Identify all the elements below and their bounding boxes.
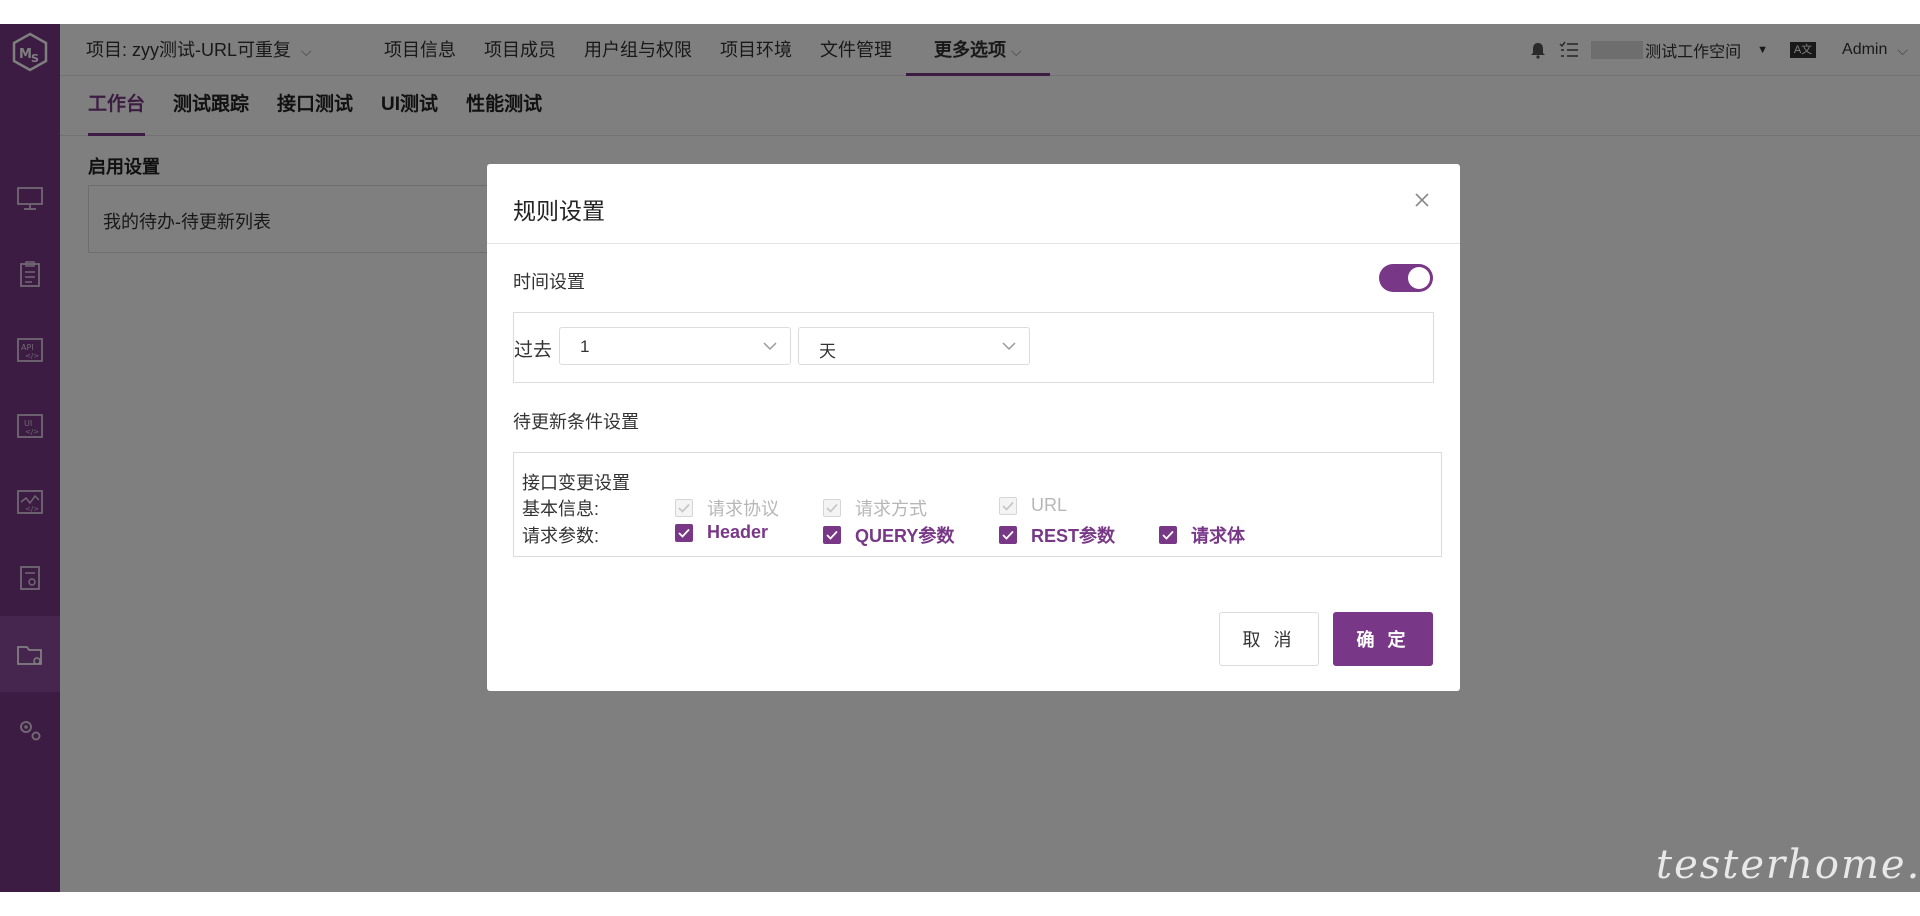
checkbox-label: 请求协议: [707, 499, 779, 519]
checkbox-request-body[interactable]: 请求体: [1159, 522, 1245, 548]
checkbox-query-params[interactable]: QUERY参数: [823, 522, 954, 548]
watermark: testerhome.com: [1656, 842, 1920, 888]
basic-info-label: 基本信息:: [522, 499, 600, 519]
check-icon: [826, 530, 838, 540]
confirm-button[interactable]: 确 定: [1333, 612, 1433, 666]
checkbox-label: 请求方式: [855, 499, 927, 519]
dialog-title: 规则设置: [513, 198, 605, 224]
request-params-label: 请求参数:: [522, 526, 600, 546]
checkbox-box: [675, 523, 693, 542]
checkbox-box: [999, 526, 1017, 544]
condition-box: 接口变更设置 基本信息: 请求协议 请求方式 URL 请求参数: Header: [513, 452, 1442, 557]
check-icon: [678, 503, 690, 513]
checkbox-label: Header: [707, 522, 769, 542]
checkbox-box: [999, 496, 1017, 515]
checkbox-box: [823, 526, 841, 544]
checkbox-header[interactable]: Header: [675, 522, 768, 543]
close-button[interactable]: [1410, 188, 1434, 212]
chevron-down-icon: [1002, 342, 1016, 351]
chevron-down-icon: [763, 342, 777, 351]
app-window: M S API</> UI</> </> 项目: z: [0, 24, 1920, 892]
check-icon: [1002, 530, 1014, 540]
checkbox-box: [823, 499, 841, 517]
checkbox-label: REST参数: [1031, 526, 1116, 546]
amount-value: 1: [580, 337, 590, 356]
checkbox-rest-params[interactable]: REST参数: [999, 522, 1115, 548]
checkbox-url[interactable]: URL: [999, 495, 1067, 516]
checkbox-label: 请求体: [1191, 526, 1245, 546]
cancel-button[interactable]: 取 消: [1219, 612, 1319, 666]
condition-title: 接口变更设置: [522, 473, 630, 493]
check-icon: [1162, 530, 1174, 540]
check-icon: [1002, 501, 1014, 511]
time-range-box: 过去 1 天: [513, 312, 1434, 383]
dialog-header: 规则设置: [487, 164, 1460, 244]
checkbox-request-method[interactable]: 请求方式: [823, 495, 927, 521]
checkbox-request-protocol[interactable]: 请求协议: [675, 495, 779, 521]
switch-knob: [1408, 267, 1430, 289]
unit-value: 天: [819, 342, 836, 361]
checkbox-box: [675, 499, 693, 517]
past-label: 过去: [514, 340, 553, 361]
close-icon: [1415, 193, 1429, 207]
unit-select[interactable]: 天: [798, 327, 1030, 365]
amount-select[interactable]: 1: [559, 327, 791, 365]
time-settings-label: 时间设置: [513, 272, 585, 292]
checkbox-label: QUERY参数: [855, 526, 955, 546]
checkbox-box: [1159, 526, 1177, 544]
rule-settings-dialog: 规则设置 时间设置 过去 1 天 待更新条件设置 接口变更设置 基本信息: 请求…: [487, 164, 1460, 691]
check-icon: [678, 528, 690, 538]
check-icon: [826, 503, 838, 513]
condition-settings-label: 待更新条件设置: [513, 412, 639, 432]
time-settings-switch[interactable]: [1379, 264, 1433, 292]
checkbox-label: URL: [1031, 495, 1068, 515]
